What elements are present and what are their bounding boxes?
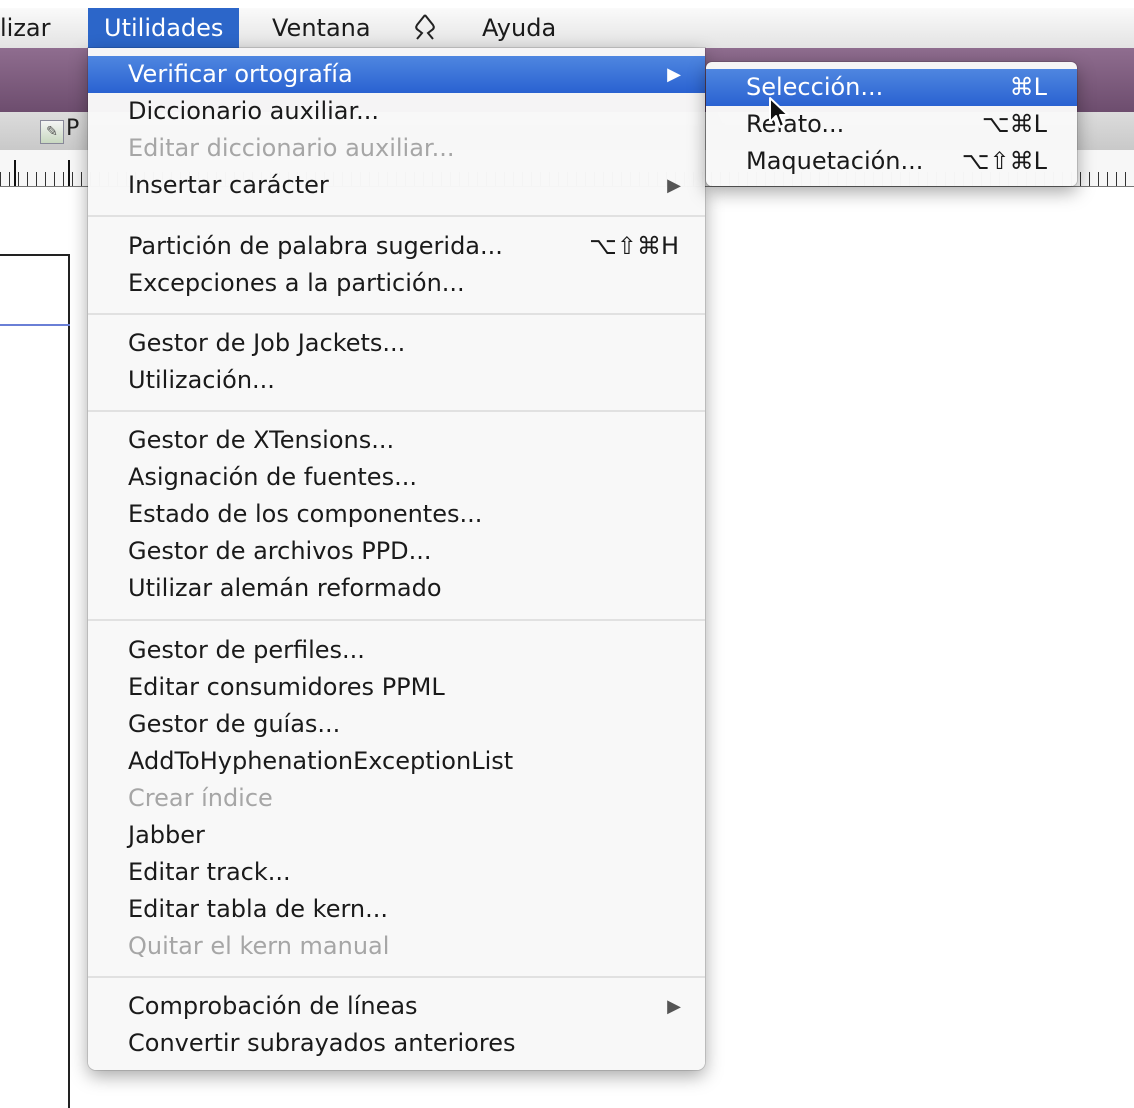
menu-bar: lizar Utilidades Ventana Ayuda — [0, 8, 1134, 49]
menu-separator — [88, 410, 705, 412]
menu-item-archivos-ppd[interactable]: Gestor de archivos PPD... — [88, 533, 705, 570]
menu-item-excepciones-particion[interactable]: Excepciones a la partición... — [88, 265, 705, 302]
menu-item-tabla-kern[interactable]: Editar tabla de kern... — [88, 891, 705, 928]
page-boundary — [0, 254, 70, 256]
menu-utilidades[interactable]: Utilidades — [88, 8, 240, 48]
submenu-arrow-icon: ▶ — [667, 175, 681, 196]
shortcut-label: ⌘L — [1009, 73, 1047, 101]
document-icon[interactable]: ✎ — [40, 120, 64, 144]
submenu-item-maquetacion[interactable]: Maquetación... ⌥⇧⌘L — [706, 143, 1077, 180]
shortcut-label: ⌥⌘L — [981, 110, 1047, 138]
menu-item-hyphenation-exception[interactable]: AddToHyphenationExceptionList — [88, 743, 705, 780]
menu-item-crear-indice: Crear índice — [128, 784, 273, 812]
margin-guide — [0, 324, 70, 326]
submenu-item-relato[interactable]: Relato... ⌥⌘L — [706, 106, 1077, 143]
menu-separator — [88, 313, 705, 315]
utilidades-menu: Verificar ortografía ▶ Diccionario auxil… — [88, 48, 705, 1070]
menu-ayuda[interactable]: Ayuda — [482, 8, 556, 48]
menu-item-editar-track[interactable]: Editar track... — [88, 854, 705, 891]
menu-item-diccionario-auxiliar[interactable]: Diccionario auxiliar... — [88, 93, 705, 130]
script-menu-icon[interactable] — [412, 8, 438, 48]
menu-item-consumidores-ppml[interactable]: Editar consumidores PPML — [88, 669, 705, 706]
shortcut-label: ⌥⇧⌘L — [961, 147, 1047, 175]
shortcut-label: ⌥⇧⌘H — [589, 232, 679, 260]
mouse-cursor-icon — [769, 97, 789, 128]
menu-separator — [88, 976, 705, 978]
menu-item-comprobacion-lineas[interactable]: Comprobación de líneas ▶ — [88, 988, 705, 1025]
submenu-arrow-icon: ▶ — [667, 64, 681, 85]
menu-separator — [88, 619, 705, 621]
menu-item-job-jackets[interactable]: Gestor de Job Jackets... — [88, 325, 705, 362]
menu-item-gestor-perfiles[interactable]: Gestor de perfiles... — [88, 632, 705, 669]
menu-item-insertar-caracter[interactable]: Insertar carácter ▶ — [88, 167, 705, 204]
menu-separator — [88, 215, 705, 217]
submenu-item-seleccion[interactable]: Selección... ⌘L — [706, 69, 1077, 106]
menu-item-jabber[interactable]: Jabber — [88, 817, 705, 854]
menu-item-gestor-guias[interactable]: Gestor de guías... — [88, 706, 705, 743]
menu-item-convertir-subrayados[interactable]: Convertir subrayados anteriores — [88, 1025, 705, 1062]
menu-item-aleman-reformado[interactable]: Utilizar alemán reformado — [88, 570, 705, 607]
verificar-ortografia-submenu: Selección... ⌘L Relato... ⌥⌘L Maquetació… — [706, 62, 1077, 186]
menu-item-estado-componentes[interactable]: Estado de los componentes... — [88, 496, 705, 533]
menu-item-editar-diccionario: Editar diccionario auxiliar... — [128, 134, 455, 162]
menu-item-asignacion-fuentes[interactable]: Asignación de fuentes... — [88, 459, 705, 496]
menu-item-utilizacion[interactable]: Utilización... — [88, 362, 705, 399]
submenu-arrow-icon: ▶ — [667, 996, 681, 1017]
menu-item-quitar-kern: Quitar el kern manual — [128, 932, 390, 960]
menu-ventana[interactable]: Ventana — [272, 8, 371, 48]
toolbar-label: P — [66, 116, 80, 141]
page-boundary — [68, 254, 70, 1108]
ruler-major-tick — [68, 160, 70, 186]
menu-item-particion-sugerida[interactable]: Partición de palabra sugerida... ⌥⇧⌘H — [88, 228, 705, 265]
ruler-major-tick — [14, 160, 16, 186]
menu-item-verificar-ortografia[interactable]: Verificar ortografía ▶ — [88, 56, 705, 93]
menu-item-xtensions[interactable]: Gestor de XTensions... — [88, 422, 705, 459]
menu-visualizar[interactable]: lizar — [0, 8, 51, 48]
